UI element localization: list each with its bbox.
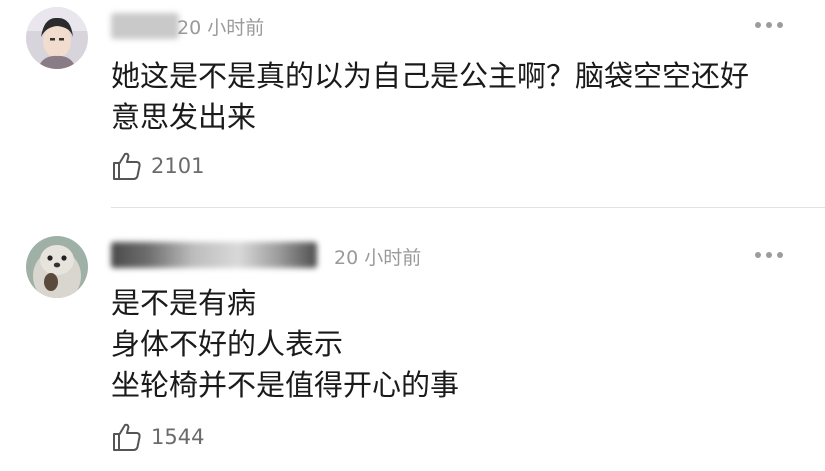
comment-line: 身体不好的人表示 — [111, 327, 344, 361]
like-button[interactable]: 1544 — [111, 421, 204, 453]
like-button[interactable]: 2101 — [111, 150, 204, 182]
thumbs-up-icon — [113, 152, 141, 180]
username-redacted[interactable] — [111, 13, 179, 39]
comment-item: 20 小时前 是不是有病 身体不好的人表示 坐轮椅并不是值得开心的事 1544 — [0, 210, 825, 471]
comment-text: 是不是有病 身体不好的人表示 坐轮椅并不是值得开心的事 — [111, 283, 459, 406]
like-count: 1544 — [151, 425, 205, 449]
more-dots-icon — [755, 252, 761, 258]
username-redacted[interactable] — [111, 242, 317, 268]
comment-line: 意思发出来 — [111, 100, 257, 134]
comment-text: 她这是不是真的以为自己是公主啊？脑袋空空还好 意思发出来 — [111, 56, 749, 138]
like-count: 2101 — [151, 154, 205, 178]
comment-time: 20 小时前 — [177, 17, 265, 39]
more-options-button[interactable] — [755, 22, 783, 28]
divider — [111, 207, 825, 208]
comment-line: 她这是不是真的以为自己是公主啊？脑袋空空还好 — [111, 59, 750, 93]
avatar[interactable] — [26, 7, 88, 69]
more-options-button[interactable] — [755, 252, 783, 258]
comment-item: 20 小时前 她这是不是真的以为自己是公主啊？脑袋空空还好 意思发出来 2101 — [0, 0, 825, 210]
comment-time: 20 小时前 — [334, 247, 422, 269]
comment-line: 是不是有病 — [111, 286, 257, 320]
avatar[interactable] — [26, 236, 88, 298]
comment-line: 坐轮椅并不是值得开心的事 — [111, 368, 460, 402]
more-dots-icon — [755, 22, 761, 28]
thumbs-up-icon — [113, 423, 141, 451]
